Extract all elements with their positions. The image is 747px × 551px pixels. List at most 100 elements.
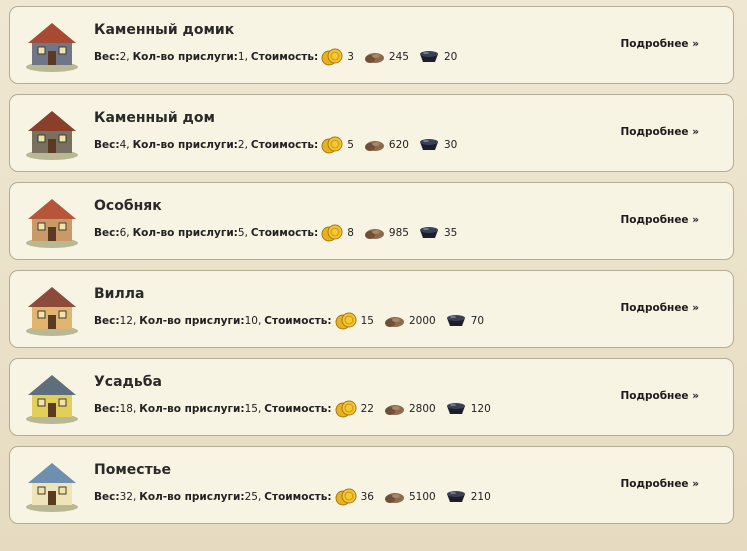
gold-value: 36	[360, 491, 374, 503]
stone-value: 2800	[408, 403, 436, 415]
stone-icon	[383, 402, 405, 416]
building-image	[22, 457, 82, 513]
stone-icon	[363, 50, 385, 64]
coal-value: 20	[443, 51, 458, 63]
coal-value: 35	[443, 227, 458, 239]
building-card: Особняк Вес: 6, Кол-во прислуги: 5, Стои…	[9, 182, 734, 260]
building-stats: Вес: 4, Кол-во прислуги: 2, Стоимость: 5	[94, 135, 463, 155]
cost-label: Стоимость:	[264, 403, 332, 415]
gold-coins-icon	[321, 48, 343, 66]
stone-value: 245	[388, 51, 409, 63]
gold-value: 8	[347, 227, 354, 239]
cost-label: Стоимость:	[250, 139, 319, 151]
servants-value: 15	[244, 403, 258, 415]
coal-value: 30	[443, 139, 458, 151]
servants-value: 10	[244, 315, 258, 327]
gold-value: 22	[360, 403, 374, 415]
buildings-list: Каменный домик Вес: 2, Кол-во прислуги: …	[9, 6, 734, 534]
building-card: Усадьба Вес: 18, Кол-во прислуги: 15, Ст…	[9, 358, 734, 436]
building-name: Каменный дом	[94, 110, 215, 126]
building-name: Каменный домик	[94, 22, 235, 38]
building-image	[22, 105, 82, 161]
servants-value: 1	[237, 51, 245, 63]
building-stats: Вес: 6, Кол-во прислуги: 5, Стоимость: 8	[94, 223, 463, 243]
gold-coins-icon	[335, 400, 357, 418]
gold-value: 15	[360, 315, 374, 327]
coal-cart-icon	[445, 314, 467, 328]
building-card: Каменный домик Вес: 2, Кол-во прислуги: …	[9, 6, 734, 84]
separator: ,	[132, 315, 137, 327]
building-name: Поместье	[94, 462, 172, 478]
weight-label: Вес:	[94, 403, 120, 415]
servants-label: Кол-во прислуги:	[139, 491, 245, 503]
servants-label: Кол-во прислуги:	[139, 315, 245, 327]
separator: ,	[132, 491, 137, 503]
stone-icon	[383, 490, 405, 504]
building-stats: Вес: 32, Кол-во прислуги: 25, Стоимость:…	[94, 487, 497, 507]
coal-cart-icon	[418, 138, 440, 152]
coal-cart-icon	[445, 490, 467, 504]
servants-value: 25	[244, 491, 258, 503]
weight-value: 4	[119, 139, 127, 151]
cost-label: Стоимость:	[250, 51, 319, 63]
separator: ,	[126, 227, 130, 239]
building-stats: Вес: 2, Кол-во прислуги: 1, Стоимость: 3	[94, 47, 463, 67]
more-link[interactable]: Подробнее »	[621, 214, 699, 226]
gold-coins-icon	[335, 488, 357, 506]
separator: ,	[126, 139, 130, 151]
gold-coins-icon	[335, 312, 357, 330]
building-card: Вилла Вес: 12, Кол-во прислуги: 10, Стои…	[9, 270, 734, 348]
building-name: Вилла	[94, 286, 145, 302]
weight-label: Вес:	[94, 491, 120, 503]
building-card: Каменный дом Вес: 4, Кол-во прислуги: 2,…	[9, 94, 734, 172]
more-link[interactable]: Подробнее »	[621, 302, 699, 314]
separator: ,	[244, 51, 248, 63]
more-link[interactable]: Подробнее »	[621, 478, 699, 490]
weight-value: 18	[119, 403, 133, 415]
gold-coins-icon	[321, 224, 343, 242]
weight-value: 32	[119, 491, 133, 503]
building-name: Особняк	[94, 198, 162, 214]
separator: ,	[257, 491, 262, 503]
servants-label: Кол-во прислуги:	[132, 139, 238, 151]
stone-value: 5100	[408, 491, 436, 503]
building-image	[22, 193, 82, 249]
building-stats: Вес: 18, Кол-во прислуги: 15, Стоимость:…	[94, 399, 497, 419]
more-link[interactable]: Подробнее »	[621, 126, 699, 138]
stone-icon	[363, 226, 385, 240]
separator: ,	[244, 139, 248, 151]
stone-icon	[363, 138, 385, 152]
building-card: Поместье Вес: 32, Кол-во прислуги: 25, С…	[9, 446, 734, 524]
separator: ,	[257, 315, 262, 327]
weight-value: 6	[119, 227, 127, 239]
servants-value: 2	[237, 139, 245, 151]
coal-value: 120	[470, 403, 491, 415]
building-stats: Вес: 12, Кол-во прислуги: 10, Стоимость:…	[94, 311, 490, 331]
stone-value: 2000	[408, 315, 436, 327]
coal-value: 210	[470, 491, 491, 503]
coal-cart-icon	[418, 226, 440, 240]
cost-label: Стоимость:	[264, 315, 332, 327]
weight-label: Вес:	[94, 51, 120, 63]
separator: ,	[244, 227, 248, 239]
building-image	[22, 369, 82, 425]
stone-value: 620	[388, 139, 409, 151]
servants-label: Кол-во прислуги:	[132, 227, 238, 239]
cost-label: Стоимость:	[250, 227, 319, 239]
building-image	[22, 17, 82, 73]
coal-value: 70	[470, 315, 485, 327]
weight-label: Вес:	[94, 315, 120, 327]
separator: ,	[132, 403, 137, 415]
weight-value: 2	[119, 51, 127, 63]
cost-label: Стоимость:	[264, 491, 332, 503]
more-link[interactable]: Подробнее »	[621, 390, 699, 402]
weight-value: 12	[119, 315, 133, 327]
gold-coins-icon	[321, 136, 343, 154]
stone-icon	[383, 314, 405, 328]
coal-cart-icon	[418, 50, 440, 64]
more-link[interactable]: Подробнее »	[621, 38, 699, 50]
gold-value: 3	[347, 51, 354, 63]
servants-value: 5	[237, 227, 245, 239]
servants-label: Кол-во прислуги:	[132, 51, 238, 63]
weight-label: Вес:	[94, 139, 120, 151]
